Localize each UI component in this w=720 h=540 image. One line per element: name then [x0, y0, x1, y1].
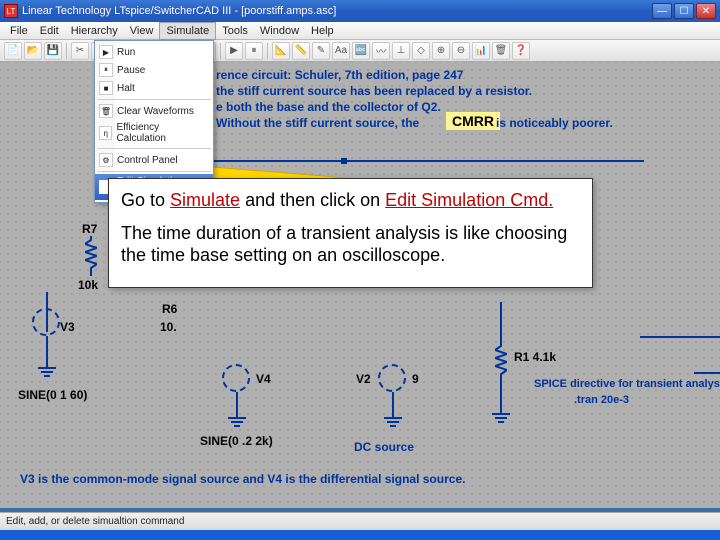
label-sine2: SINE(0 .2 2k)	[200, 434, 273, 448]
ground-symbol[interactable]	[227, 414, 247, 428]
label-R7: R7	[82, 222, 97, 236]
tool-draw[interactable]: ✎	[312, 42, 330, 60]
window-controls: — ☐ ✕	[652, 3, 716, 19]
maximize-button[interactable]: ☐	[674, 3, 694, 19]
tool-ruler[interactable]: 📐	[272, 42, 290, 60]
tool-remove[interactable]: ⊖	[452, 42, 470, 60]
pause-icon: ⏸	[99, 63, 113, 77]
label-V4: V4	[256, 372, 271, 386]
source-V3-symbol[interactable]	[32, 308, 60, 336]
menu-simulate[interactable]: Simulate	[159, 22, 216, 40]
toolbar-sep	[267, 43, 268, 59]
resistor-R7[interactable]	[85, 236, 97, 276]
tool-new[interactable]: 📄	[4, 42, 22, 60]
run-icon: ▶	[99, 45, 113, 59]
menuitem-run[interactable]: ▶Run	[95, 43, 213, 61]
tool-ground[interactable]: ⊥	[392, 42, 410, 60]
cmrr-highlight: CMRR	[446, 112, 500, 130]
label-R6: R6	[162, 302, 177, 316]
source-V4-symbol[interactable]	[222, 364, 250, 392]
explanation-tooltip: Go to Simulate and then click on Edit Si…	[108, 178, 593, 288]
tool-cut[interactable]: ✂	[71, 42, 89, 60]
tool-run[interactable]: ▶	[225, 42, 243, 60]
keyword-editsimcmd: Edit Simulation Cmd.	[385, 190, 553, 210]
source-V2-symbol[interactable]	[378, 364, 406, 392]
menu-hierarchy[interactable]: Hierarchy	[65, 23, 124, 39]
menu-separator	[97, 171, 211, 172]
tool-wire[interactable]: 〰	[372, 42, 390, 60]
menuitem-pause[interactable]: ⏸Pause	[95, 61, 213, 79]
label-R7-val: 10k	[78, 278, 98, 292]
tool-measure[interactable]: 📏	[292, 42, 310, 60]
close-button[interactable]: ✕	[696, 3, 716, 19]
toolbar-sep	[220, 43, 221, 59]
eta-icon: η	[99, 126, 112, 140]
menuitem-efficiency[interactable]: ηEfficiency Calculation	[95, 120, 213, 146]
trash-icon: 🗑	[99, 104, 113, 118]
menuitem-clearwaves[interactable]: 🗑Clear Waveforms	[95, 102, 213, 120]
toolbar-sep	[66, 43, 67, 59]
keyword-simulate: Simulate	[170, 190, 240, 210]
schem-comment-2: the stiff current source has been replac…	[216, 84, 532, 98]
window-title: Linear Technology LTspice/SwitcherCAD II…	[22, 5, 336, 17]
bottom-note: V3 is the common-mode signal source and …	[20, 472, 465, 486]
menu-help[interactable]: Help	[305, 23, 340, 39]
taskbar-strip	[0, 530, 720, 540]
explain-line1: Go to Simulate and then click on Edit Si…	[121, 189, 580, 212]
wire	[500, 302, 502, 342]
statusbar: Edit, add, or delete simualtion command	[0, 512, 720, 530]
label-R1: R1 4.1k	[514, 350, 556, 364]
wire	[500, 382, 502, 412]
label-V2: V2	[356, 372, 371, 386]
menu-edit[interactable]: Edit	[34, 23, 65, 39]
menu-separator	[97, 148, 211, 149]
spice-directive-cmd: .tran 20e-3	[574, 394, 629, 406]
menu-view[interactable]: View	[124, 23, 160, 39]
menuitem-controlpanel[interactable]: ⚙Control Panel	[95, 151, 213, 169]
ground-symbol[interactable]	[491, 410, 511, 424]
label-R6-val: 10.	[160, 320, 177, 334]
window-titlebar: LT Linear Technology LTspice/SwitcherCAD…	[0, 0, 720, 22]
schem-comment-4b: is noticeably poorer.	[496, 116, 613, 130]
wire	[392, 392, 394, 416]
schem-comment-4a: Without the stiff current source, the	[216, 116, 419, 130]
schem-comment-3: e both the base and the collector of Q2.	[216, 100, 441, 114]
wire	[344, 160, 644, 162]
menubar: File Edit Hierarchy View Simulate Tools …	[0, 22, 720, 40]
app-icon: LT	[4, 4, 18, 18]
minimize-button[interactable]: —	[652, 3, 672, 19]
menu-separator	[97, 99, 211, 100]
tool-plot[interactable]: 📊	[472, 42, 490, 60]
tool-open[interactable]: 📂	[24, 42, 42, 60]
spice-directive-label: SPICE directive for transient analysis	[534, 378, 720, 390]
label-sine1: SINE(0 1 60)	[18, 388, 87, 402]
label-V2-val: 9	[412, 372, 419, 386]
tool-label[interactable]: 🔤	[352, 42, 370, 60]
tool-add[interactable]: ⊕	[432, 42, 450, 60]
menu-tools[interactable]: Tools	[216, 23, 254, 39]
tool-text[interactable]: Aa	[332, 42, 350, 60]
menuitem-halt[interactable]: ■Halt	[95, 79, 213, 97]
halt-icon: ■	[99, 81, 113, 95]
schem-comment-1: rence circuit: Schuler, 7th edition, pag…	[216, 68, 463, 82]
label-V3: V3	[60, 320, 75, 334]
ground-symbol[interactable]	[37, 364, 57, 378]
wire	[236, 392, 238, 416]
wire	[46, 336, 48, 366]
wire	[640, 336, 720, 338]
tool-comp[interactable]: ◇	[412, 42, 430, 60]
menu-file[interactable]: File	[4, 23, 34, 39]
status-text: Edit, add, or delete simualtion command	[6, 516, 184, 527]
tool-delete[interactable]: 🗑	[492, 42, 510, 60]
tool-help[interactable]: ❓	[512, 42, 530, 60]
gear-icon: ⚙	[99, 153, 113, 167]
resistor-R1[interactable]	[495, 342, 507, 382]
ground-symbol[interactable]	[383, 414, 403, 428]
tool-save[interactable]: 💾	[44, 42, 62, 60]
wire	[694, 372, 720, 374]
tool-pause[interactable]: ⏸	[245, 42, 263, 60]
explain-line2: The time duration of a transient analysi…	[121, 222, 580, 267]
menu-window[interactable]: Window	[254, 23, 305, 39]
label-dcsource: DC source	[354, 440, 414, 454]
